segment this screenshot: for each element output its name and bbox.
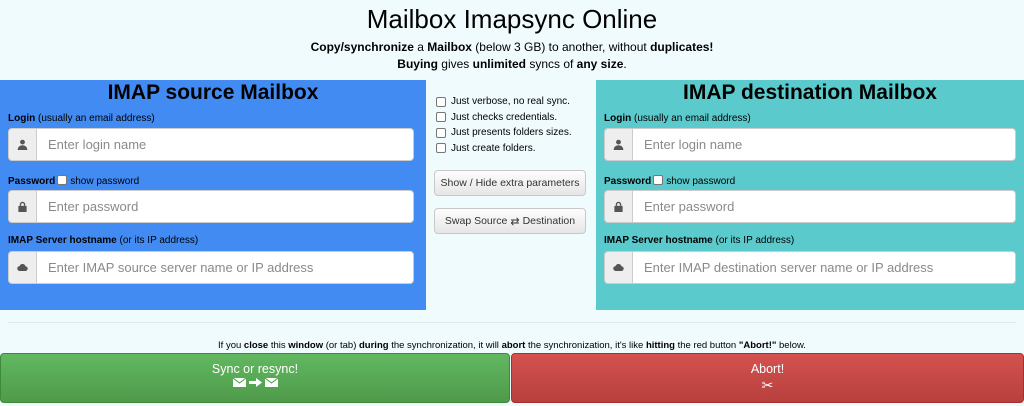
destination-password-label: Password show password [604, 175, 736, 187]
source-password-input[interactable] [36, 190, 414, 223]
option-create-folders[interactable]: Just create folders. [434, 141, 590, 157]
source-login-input[interactable] [36, 128, 414, 161]
subtitle-line-2: Buying gives unlimited syncs of any size… [397, 57, 627, 71]
source-login-group [8, 128, 414, 161]
user-icon [604, 128, 632, 161]
source-host-label: IMAP Server hostname (or its IP address) [8, 235, 199, 246]
destination-host-group [604, 251, 1016, 284]
lock-icon [8, 190, 36, 223]
destination-host-label: IMAP Server hostname (or its IP address) [604, 235, 795, 246]
envelope-arrow-envelope-icon [1, 378, 509, 387]
lock-icon [604, 190, 632, 223]
source-heading: IMAP source Mailbox [107, 81, 319, 104]
destination-password-group [604, 190, 1016, 223]
subtitle-line-1: Copy/synchronize a Mailbox (below 3 GB) … [310, 40, 714, 54]
source-host-group [8, 251, 414, 284]
scissors-icon: ✂ [761, 377, 774, 393]
option-check-credentials[interactable]: Just checks credentials. [434, 110, 590, 126]
option-verbose[interactable]: Just verbose, no real sync. [434, 94, 590, 110]
destination-panel: IMAP destination Mailbox Login (usually … [596, 80, 1024, 310]
destination-heading: IMAP destination Mailbox [683, 81, 937, 104]
close-window-warning: If you close this window (or tab) during… [218, 340, 806, 351]
sync-button[interactable]: Sync or resync! [0, 353, 510, 403]
source-panel: IMAP source Mailbox Login (usually an em… [0, 80, 426, 310]
swap-source-destination-button[interactable]: Swap Source ⇄ Destination [434, 208, 586, 234]
option-folder-sizes[interactable]: Just presents folders sizes. [434, 125, 590, 141]
destination-login-group [604, 128, 1016, 161]
option-folder-sizes-checkbox[interactable] [436, 127, 446, 138]
show-hide-extra-parameters-button[interactable]: Show / Hide extra parameters [434, 170, 586, 196]
abort-button[interactable]: Abort! ✂ [511, 353, 1024, 403]
option-verbose-checkbox[interactable] [436, 96, 446, 107]
user-icon [8, 128, 36, 161]
destination-host-input[interactable] [632, 251, 1016, 284]
abort-button-label: Abort! [750, 362, 785, 376]
divider [8, 322, 1016, 323]
sync-button-label: Sync or resync! [211, 362, 299, 376]
cloud-icon [604, 251, 632, 284]
source-password-label: Password show password [8, 175, 140, 187]
destination-show-password-checkbox[interactable] [653, 175, 664, 185]
source-show-password-checkbox[interactable] [57, 175, 68, 185]
swap-arrows-icon: ⇄ [510, 215, 520, 228]
options-column: Just verbose, no real sync. Just checks … [434, 94, 590, 234]
destination-login-input[interactable] [632, 128, 1016, 161]
destination-password-input[interactable] [632, 190, 1016, 223]
destination-login-label: Login (usually an email address) [604, 113, 751, 124]
cloud-icon [8, 251, 36, 284]
option-create-folders-checkbox[interactable] [436, 143, 446, 154]
source-login-label: Login (usually an email address) [8, 113, 155, 124]
option-check-credentials-checkbox[interactable] [436, 112, 446, 123]
source-host-input[interactable] [36, 251, 414, 284]
page-title: Mailbox Imapsync Online [366, 4, 658, 34]
source-password-group [8, 190, 414, 223]
